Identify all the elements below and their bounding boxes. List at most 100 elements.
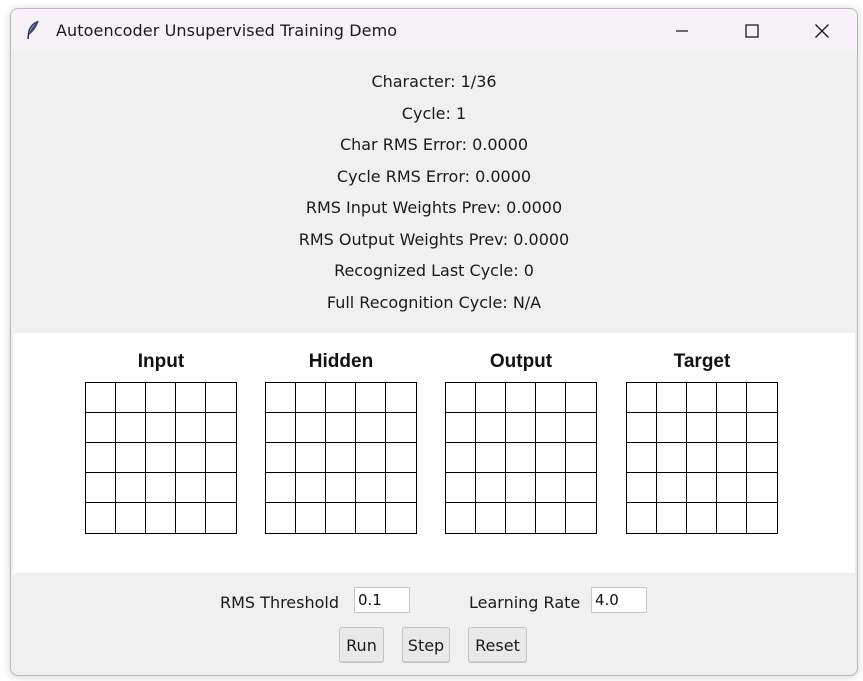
grid-cell xyxy=(146,413,176,443)
grid-cell xyxy=(536,413,566,443)
step-button[interactable]: Step xyxy=(402,627,450,663)
grid-cell xyxy=(566,443,596,473)
close-button[interactable] xyxy=(787,9,857,53)
grid-cell xyxy=(356,503,386,533)
grid-cell xyxy=(326,503,356,533)
grid-cell xyxy=(566,473,596,503)
grid-cell xyxy=(206,443,236,473)
grid-cell xyxy=(266,473,296,503)
title-bar: Autoencoder Unsupervised Training Demo xyxy=(11,9,857,53)
grids-canvas: Input Hidden Output Target xyxy=(13,333,855,573)
grid-cell xyxy=(146,443,176,473)
grid-cell xyxy=(627,413,657,443)
reset-button[interactable]: Reset xyxy=(468,627,527,663)
grid-cell xyxy=(296,413,326,443)
grid-cell xyxy=(506,443,536,473)
grid-cell xyxy=(296,383,326,413)
rms-threshold-input[interactable] xyxy=(354,587,410,613)
grid-cell xyxy=(446,473,476,503)
grid-cell xyxy=(176,443,206,473)
run-button[interactable]: Run xyxy=(339,627,384,663)
grid-cell xyxy=(687,443,717,473)
output-grid-label: Output xyxy=(489,351,553,372)
input-grid xyxy=(85,382,237,534)
grid-cell xyxy=(627,473,657,503)
grid-cell xyxy=(116,443,146,473)
grid-cell xyxy=(206,413,236,443)
grid-cell xyxy=(86,443,116,473)
grid-cell xyxy=(687,383,717,413)
grid-cell xyxy=(566,383,596,413)
minimize-button[interactable] xyxy=(647,9,717,53)
learning-rate-label: Learning Rate xyxy=(469,593,581,612)
parameter-controls: RMS Threshold Learning Rate xyxy=(11,585,857,621)
grid-cell xyxy=(356,443,386,473)
grid-cell xyxy=(266,443,296,473)
grid-cell xyxy=(476,473,506,503)
grid-cell xyxy=(717,383,747,413)
grid-cell xyxy=(86,503,116,533)
grid-cell xyxy=(266,383,296,413)
grid-cell xyxy=(747,503,777,533)
grid-cell xyxy=(446,413,476,443)
minimize-icon xyxy=(676,30,688,32)
grid-cell xyxy=(566,413,596,443)
grid-cell xyxy=(446,503,476,533)
grid-cell xyxy=(386,443,416,473)
grid-cell xyxy=(326,443,356,473)
grid-cell xyxy=(326,413,356,443)
grid-cell xyxy=(506,413,536,443)
grid-cell xyxy=(206,503,236,533)
grid-cell xyxy=(536,503,566,533)
grid-cell xyxy=(657,473,687,503)
target-grid-label: Target xyxy=(673,351,731,372)
cycle-rms-error-stat: Cycle RMS Error: 0.0000 xyxy=(336,166,532,186)
grid-cell xyxy=(266,413,296,443)
grid-cell xyxy=(476,413,506,443)
grid-cell xyxy=(717,473,747,503)
grid-cell xyxy=(356,473,386,503)
grid-cell xyxy=(386,413,416,443)
grid-cell xyxy=(446,383,476,413)
cycle-stat: Cycle: 1 xyxy=(401,103,467,123)
grid-cell xyxy=(86,383,116,413)
grid-cell xyxy=(386,503,416,533)
grid-cell xyxy=(176,383,206,413)
grid-cell xyxy=(687,503,717,533)
grid-cell xyxy=(176,413,206,443)
learning-rate-input[interactable] xyxy=(591,587,647,613)
grid-cell xyxy=(717,503,747,533)
grid-cell xyxy=(506,473,536,503)
maximize-button[interactable] xyxy=(717,9,787,53)
grid-cell xyxy=(386,383,416,413)
window-title: Autoencoder Unsupervised Training Demo xyxy=(56,21,398,40)
grid-cell xyxy=(206,473,236,503)
grid-cell xyxy=(476,443,506,473)
grid-cell xyxy=(717,413,747,443)
grid-cell xyxy=(566,503,596,533)
grid-cell xyxy=(116,413,146,443)
input-grid-label: Input xyxy=(137,351,185,372)
grid-cell xyxy=(717,443,747,473)
grid-cell xyxy=(266,503,296,533)
grid-cell xyxy=(627,443,657,473)
grid-cell xyxy=(476,383,506,413)
character-stat: Character: 1/36 xyxy=(371,72,497,91)
grid-cell xyxy=(747,413,777,443)
grid-cell xyxy=(687,413,717,443)
grid-cell xyxy=(146,383,176,413)
grid-cell xyxy=(747,443,777,473)
rms-threshold-label: RMS Threshold xyxy=(220,593,340,612)
grid-cell xyxy=(326,383,356,413)
target-grid xyxy=(626,382,778,534)
grid-cell xyxy=(747,383,777,413)
full-recognition-cycle-stat: Full Recognition Cycle: N/A xyxy=(326,292,542,312)
feather-icon xyxy=(25,20,41,42)
grid-cell xyxy=(476,503,506,533)
char-rms-error-stat: Char RMS Error: 0.0000 xyxy=(339,135,529,154)
grid-cell xyxy=(627,383,657,413)
grid-cell xyxy=(506,503,536,533)
grid-cell xyxy=(747,473,777,503)
grid-cell xyxy=(657,443,687,473)
app-window: Autoencoder Unsupervised Training Demo C… xyxy=(10,8,858,676)
